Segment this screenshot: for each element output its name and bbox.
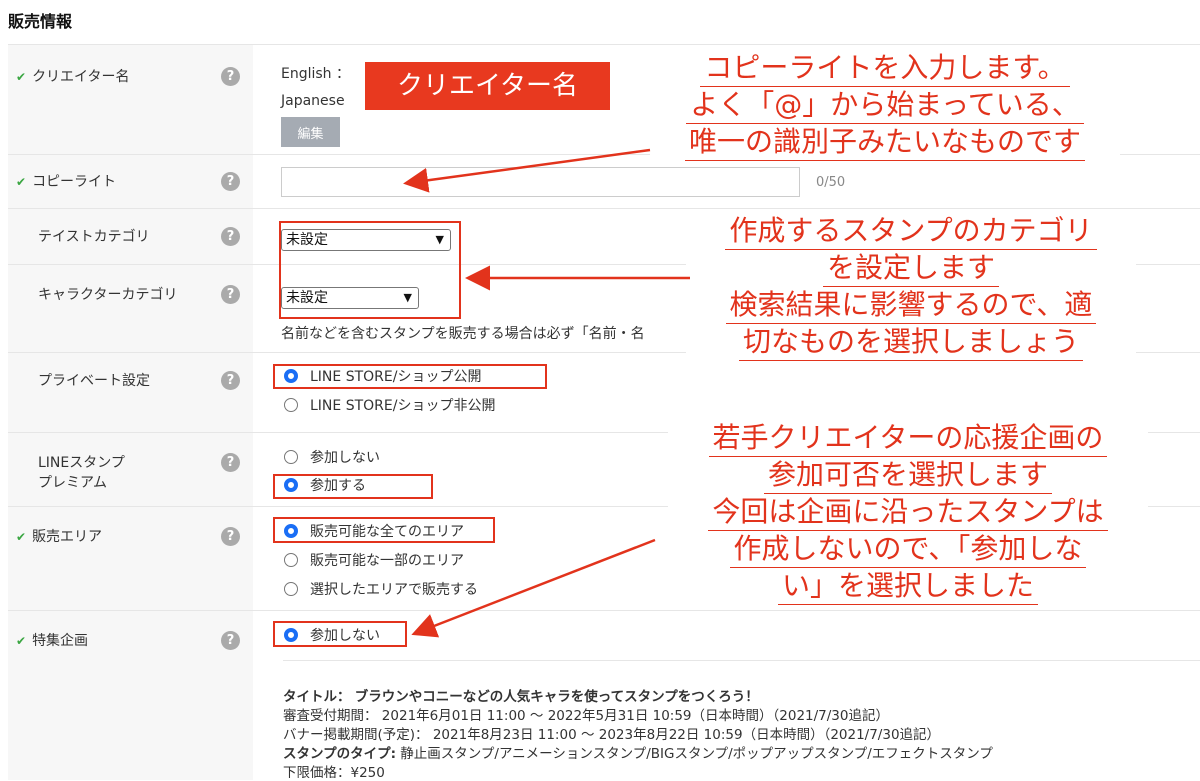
annotation-arrows <box>403 148 690 638</box>
arrow-to-copyright <box>403 148 651 193</box>
arrow-to-feature <box>411 538 656 638</box>
